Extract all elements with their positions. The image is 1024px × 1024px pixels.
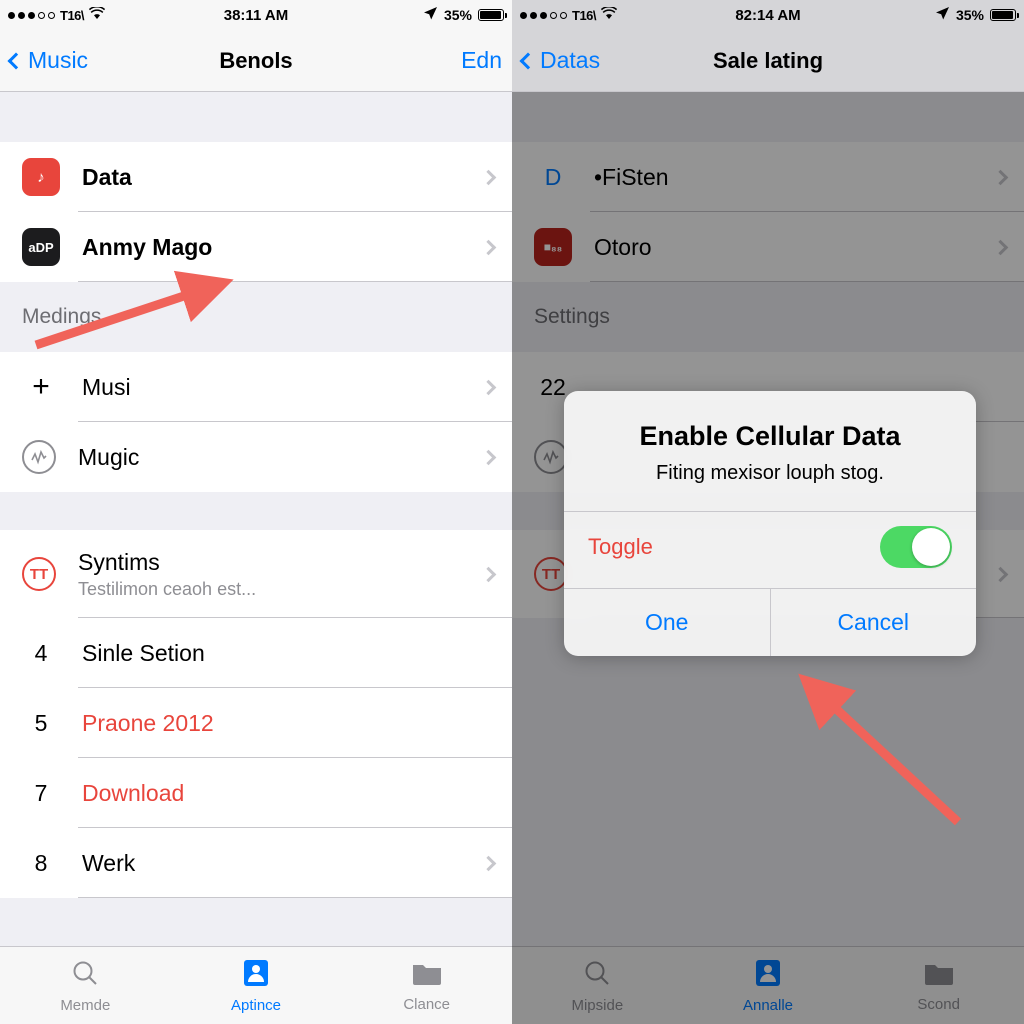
search-icon	[70, 958, 100, 993]
dialog-title: Enable Cellular Data	[639, 421, 901, 451]
tab-label: Clance	[403, 995, 451, 1013]
chevron-right-icon	[480, 449, 497, 465]
list-item-label: Anmy Mago	[82, 233, 213, 260]
enable-cellular-data-dialog: Enable Cellular Data Fiting mexisor loup…	[564, 391, 976, 656]
tt-circle-icon: TT	[22, 557, 56, 591]
list-separator-block	[0, 492, 512, 530]
toggle-knob	[912, 528, 950, 566]
battery-icon	[478, 9, 507, 21]
right-phone-screen: T16\ 82:14 AM 35% Datas Sale lating D •F…	[512, 0, 1024, 1024]
row-number: 7	[34, 779, 48, 806]
right-status-bar: T16\ 82:14 AM 35%	[512, 0, 1024, 30]
right-nav-bar: Datas Sale lating	[512, 30, 1024, 92]
back-button-label: Music	[28, 47, 89, 73]
chevron-right-icon	[480, 855, 497, 871]
tab-label: Memde	[60, 996, 111, 1014]
list-item-label: Syntims	[78, 548, 160, 575]
dialog-button-row: One Cancel	[564, 588, 976, 656]
list-item-label: Praone 2012	[82, 709, 214, 736]
plus-icon: +	[32, 370, 50, 403]
tab-aptince[interactable]: Aptince	[171, 958, 342, 1014]
chevron-right-icon	[480, 566, 497, 582]
clock-label: 82:14 AM	[735, 6, 801, 24]
list-item-syntims[interactable]: TT Syntims Testilimon ceaoh est...	[0, 530, 512, 618]
cancel-button[interactable]: Cancel	[769, 589, 977, 656]
list-item-data[interactable]: ♪ Data	[0, 142, 512, 212]
list-item-sinle-setion[interactable]: 4 Sinle Setion	[0, 618, 512, 688]
list-item-subtitle: Testilimon ceaoh est...	[78, 578, 257, 599]
list-item-text-group: Syntims Testilimon ceaoh est...	[78, 549, 256, 600]
dialog-message: Fiting mexisor louph stog.	[656, 462, 884, 484]
list-item-musi[interactable]: + Musi	[0, 352, 512, 422]
folder-icon	[411, 959, 443, 992]
list-item-mugic[interactable]: Mugic	[0, 422, 512, 492]
left-phone-screen: T16\ 38:11 AM 35% Music Benols Edn ♪ Dat…	[0, 0, 512, 1024]
list-item-label: Sinle Setion	[82, 639, 205, 666]
left-status-bar: T16\ 38:11 AM 35%	[0, 0, 512, 30]
back-button[interactable]: Music	[7, 47, 89, 74]
back-button-label: Datas	[540, 47, 601, 73]
list-item-label: Mugic	[78, 443, 140, 470]
wave-circle-icon	[22, 440, 56, 474]
section-header-medings: Medings	[0, 282, 512, 352]
list-item-werk[interactable]: 8 Werk	[0, 828, 512, 898]
top-spacer	[0, 92, 512, 142]
toggle-label: Toggle	[588, 534, 653, 559]
list-item-label: Data	[82, 163, 132, 190]
tab-memde[interactable]: Memde	[0, 958, 171, 1014]
clock-label: 38:11 AM	[223, 6, 289, 24]
list-item-praone[interactable]: 5 Praone 2012	[0, 688, 512, 758]
chevron-right-icon	[480, 169, 497, 185]
dialog-toggle-row: Toggle	[564, 511, 976, 588]
list-item-download[interactable]: 7 Download	[0, 758, 512, 828]
row-number: 8	[34, 849, 48, 876]
one-button[interactable]: One	[564, 589, 770, 656]
dual-screenshot: T16\ 38:11 AM 35% Music Benols Edn ♪ Dat…	[0, 0, 1024, 1024]
left-nav-bar: Music Benols Edn	[0, 30, 512, 92]
row-number: 4	[34, 639, 48, 666]
music-note-icon: ♪	[22, 158, 60, 196]
chevron-right-icon	[480, 239, 497, 255]
left-tab-bar: Memde Aptince Clance	[0, 946, 512, 1024]
tab-clance[interactable]: Clance	[341, 959, 512, 1013]
list-item-label: Download	[82, 779, 185, 806]
chevron-left-icon	[7, 52, 25, 69]
contact-card-icon	[242, 958, 270, 993]
list-item-label: Musi	[82, 373, 131, 400]
battery-icon	[990, 9, 1019, 21]
app-badge-icon: aDP	[22, 228, 60, 266]
anmy-mago-cell[interactable]: aDP Anmy Mago	[0, 212, 512, 282]
edit-button[interactable]: Edn	[461, 47, 502, 74]
list-item-label: Werk	[82, 849, 136, 876]
tab-label: Aptince	[230, 996, 282, 1014]
chevron-right-icon	[480, 379, 497, 395]
cellular-data-toggle[interactable]	[880, 526, 952, 568]
chevron-left-icon	[519, 52, 537, 69]
back-button[interactable]: Datas	[519, 47, 601, 74]
row-number: 5	[34, 709, 48, 736]
